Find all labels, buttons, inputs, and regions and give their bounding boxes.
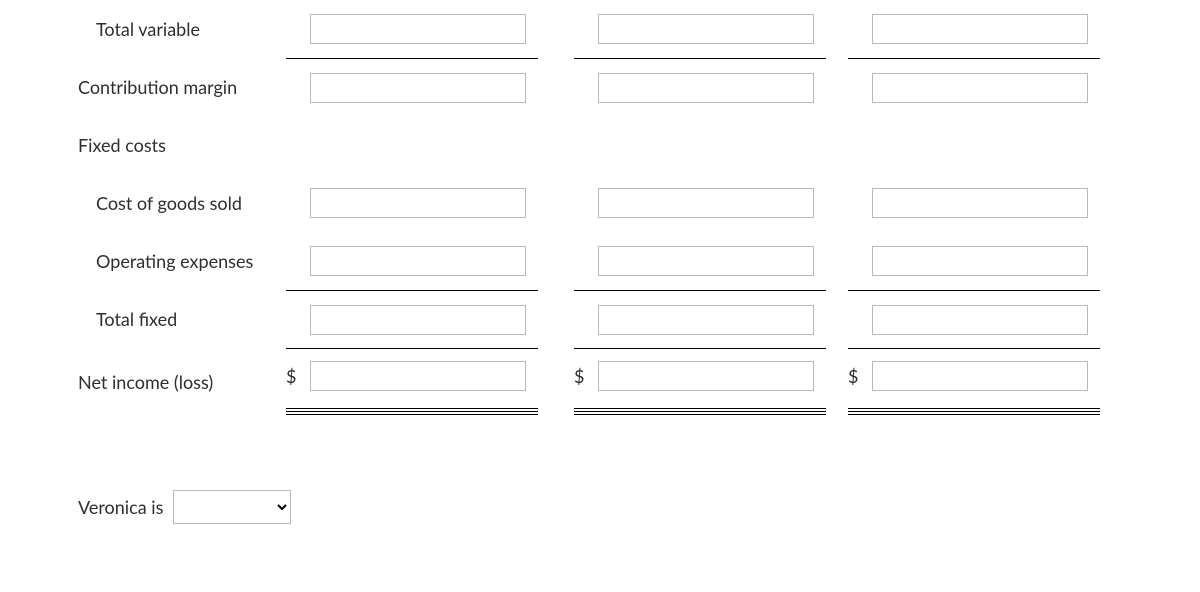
net-income-col3[interactable] xyxy=(872,361,1088,391)
contribution-margin-col3[interactable] xyxy=(872,73,1088,103)
currency-prefix: $ xyxy=(574,365,598,387)
total-fixed-col1[interactable] xyxy=(310,305,526,335)
net-income-col2[interactable] xyxy=(598,361,814,391)
total-fixed-col3[interactable] xyxy=(872,305,1088,335)
total-fixed-col2[interactable] xyxy=(598,305,814,335)
conclusion-lead: Veronica is xyxy=(78,496,163,518)
label-opex: Operating expenses xyxy=(96,250,253,272)
opex-col2[interactable] xyxy=(598,246,814,276)
currency-prefix: $ xyxy=(848,365,872,387)
conclusion-sentence: Veronica is xyxy=(78,490,291,524)
opex-col3[interactable] xyxy=(872,246,1088,276)
total-variable-col3[interactable] xyxy=(872,14,1088,44)
currency-prefix: $ xyxy=(286,365,310,387)
row-contribution-margin: Contribution margin xyxy=(78,58,1100,116)
cogs-col3[interactable] xyxy=(872,188,1088,218)
net-income-col1[interactable] xyxy=(310,361,526,391)
row-total-variable: Total variable xyxy=(78,0,1100,58)
row-total-fixed: Total fixed xyxy=(78,290,1100,348)
label-fixed-costs: Fixed costs xyxy=(78,134,166,156)
total-variable-col2[interactable] xyxy=(598,14,814,44)
row-net-income: Net income (loss) $ $ $ xyxy=(78,348,1100,415)
conclusion-select[interactable] xyxy=(173,490,291,524)
contribution-margin-col1[interactable] xyxy=(310,73,526,103)
cogs-col2[interactable] xyxy=(598,188,814,218)
row-fixed-costs-header: Fixed costs xyxy=(78,116,1100,174)
label-contribution-margin: Contribution margin xyxy=(78,76,237,98)
label-cogs: Cost of goods sold xyxy=(96,192,242,214)
label-total-variable: Total variable xyxy=(96,18,200,40)
row-cogs: Cost of goods sold xyxy=(78,174,1100,232)
cvp-table: Total variable Contribution margin Fixed… xyxy=(78,0,1100,415)
label-total-fixed: Total fixed xyxy=(96,308,177,330)
row-opex: Operating expenses xyxy=(78,232,1100,290)
total-variable-col1[interactable] xyxy=(310,14,526,44)
opex-col1[interactable] xyxy=(310,246,526,276)
cogs-col1[interactable] xyxy=(310,188,526,218)
contribution-margin-col2[interactable] xyxy=(598,73,814,103)
label-net-income: Net income (loss) xyxy=(78,371,213,393)
